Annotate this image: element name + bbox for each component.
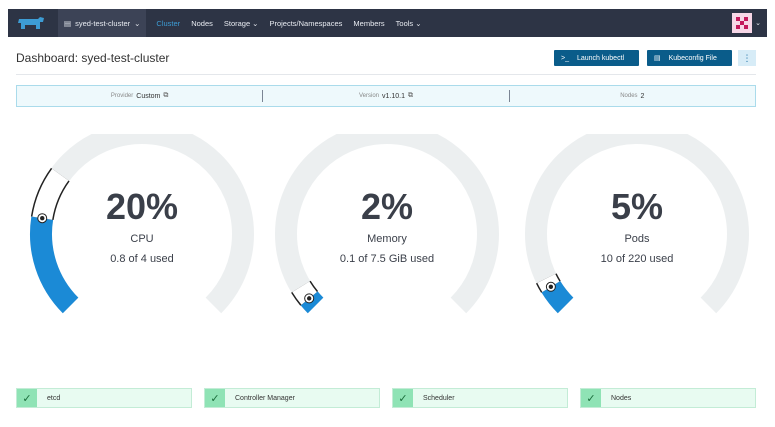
nav-item-projects-namespaces[interactable]: Projects/Namespaces <box>269 19 342 28</box>
pods-gauge: 5% Pods 10 of 220 used <box>517 134 757 324</box>
pods-gauge-arc <box>525 134 749 314</box>
rancher-logo-icon[interactable] <box>14 9 48 37</box>
provider-label: Provider <box>110 93 134 99</box>
nav-item-members[interactable]: Members <box>353 19 384 28</box>
gauge-percent: 2% <box>360 186 414 227</box>
chevron-down-icon: ⌄ <box>755 20 761 27</box>
avatar[interactable] <box>732 13 753 33</box>
gauge-detail: 10 of 220 used <box>600 253 674 265</box>
cluster-selector-label: syed-test-cluster <box>75 18 131 28</box>
chevron-down-icon: ⌄ <box>252 18 259 28</box>
cluster-selector[interactable]: ▤ syed-test-cluster ⌄ <box>58 9 147 37</box>
nav-item-label: Projects/Namespaces <box>269 18 343 28</box>
nodes-value: 2 <box>640 92 645 100</box>
gauge-title: Memory <box>367 233 407 245</box>
chevron-down-icon: ⌄ <box>415 18 422 28</box>
provider-value: Custom <box>136 92 161 100</box>
component-label: Scheduler <box>423 394 455 402</box>
cpu-gauge-arc <box>30 134 254 314</box>
memory-gauge-arc <box>275 134 499 314</box>
nav-item-label: Nodes <box>191 18 213 28</box>
component-status-etcd: ✓ etcd <box>16 388 192 408</box>
file-icon: ▤ <box>654 55 661 62</box>
copy-icon[interactable]: ⧉ <box>408 92 413 100</box>
nav-item-tools[interactable]: Tools ⌄ <box>396 19 422 28</box>
nodes-info: Nodes 2 <box>508 90 755 102</box>
kubeconfig-file-label: Kubeconfig File <box>668 54 717 62</box>
kubeconfig-file-button[interactable]: ▤ Kubeconfig File <box>647 50 732 66</box>
page-title: Dashboard: syed-test-cluster <box>16 51 170 65</box>
gauge-handle-dot <box>548 284 554 289</box>
component-status-nodes: ✓ Nodes <box>580 388 756 408</box>
gauge-handle-dot <box>306 296 312 301</box>
component-status-scheduler: ✓ Scheduler <box>392 388 568 408</box>
component-label: Controller Manager <box>235 394 295 402</box>
header-divider <box>16 74 756 75</box>
nav-item-label: Storage <box>223 18 251 28</box>
nodes-label: Nodes <box>620 93 638 99</box>
nav-item-nodes[interactable]: Nodes <box>191 19 213 28</box>
version-value: v1.10.1 <box>382 92 405 100</box>
check-icon: ✓ <box>205 389 225 407</box>
gauge-title: CPU <box>130 233 154 245</box>
chevron-down-icon: ⌄ <box>134 18 141 28</box>
check-icon: ✓ <box>17 389 37 407</box>
top-navbar: ▤ syed-test-cluster ⌄ Cluster Nodes Stor… <box>8 9 767 37</box>
provider-info: Provider Custom ⧉ <box>17 90 262 102</box>
user-menu[interactable]: ⌄ <box>732 9 761 37</box>
cluster-icon: ▤ <box>64 18 72 28</box>
check-icon: ✓ <box>393 389 413 407</box>
gauge-detail: 0.8 of 4 used <box>110 253 174 265</box>
component-label: Nodes <box>611 394 632 402</box>
gauge-percent: 20% <box>105 186 179 227</box>
launch-kubectl-label: Launch kubectl <box>576 54 625 62</box>
main-nav: Cluster Nodes Storage ⌄ Projects/Namespa… <box>156 9 432 37</box>
component-status-controller-manager: ✓ Controller Manager <box>204 388 380 408</box>
gauge-percent: 5% <box>610 186 664 227</box>
gauge-title: Pods <box>624 233 650 245</box>
more-actions-button[interactable]: ⋮ <box>738 50 756 66</box>
launch-kubectl-button[interactable]: >_ Launch kubectl <box>554 50 639 66</box>
cpu-gauge: 20% CPU 0.8 of 4 used <box>22 134 262 324</box>
component-label: etcd <box>47 394 61 402</box>
nav-item-label: Members <box>353 18 385 28</box>
cluster-info-bar: Provider Custom ⧉ Version v1.10.1 ⧉ Node… <box>16 85 756 107</box>
version-info: Version v1.10.1 ⧉ <box>262 90 508 102</box>
copy-icon[interactable]: ⧉ <box>163 92 168 100</box>
check-icon: ✓ <box>581 389 601 407</box>
memory-gauge: 2% Memory 0.1 of 7.5 GiB used <box>267 134 507 324</box>
terminal-icon: >_ <box>561 54 569 62</box>
nav-item-label: Cluster <box>156 18 181 28</box>
nav-item-cluster[interactable]: Cluster <box>156 19 180 28</box>
version-label: Version <box>359 93 380 99</box>
nav-item-storage[interactable]: Storage ⌄ <box>224 19 259 28</box>
gauge-detail: 0.1 of 7.5 GiB used <box>339 253 435 265</box>
nav-item-label: Tools <box>395 18 414 28</box>
